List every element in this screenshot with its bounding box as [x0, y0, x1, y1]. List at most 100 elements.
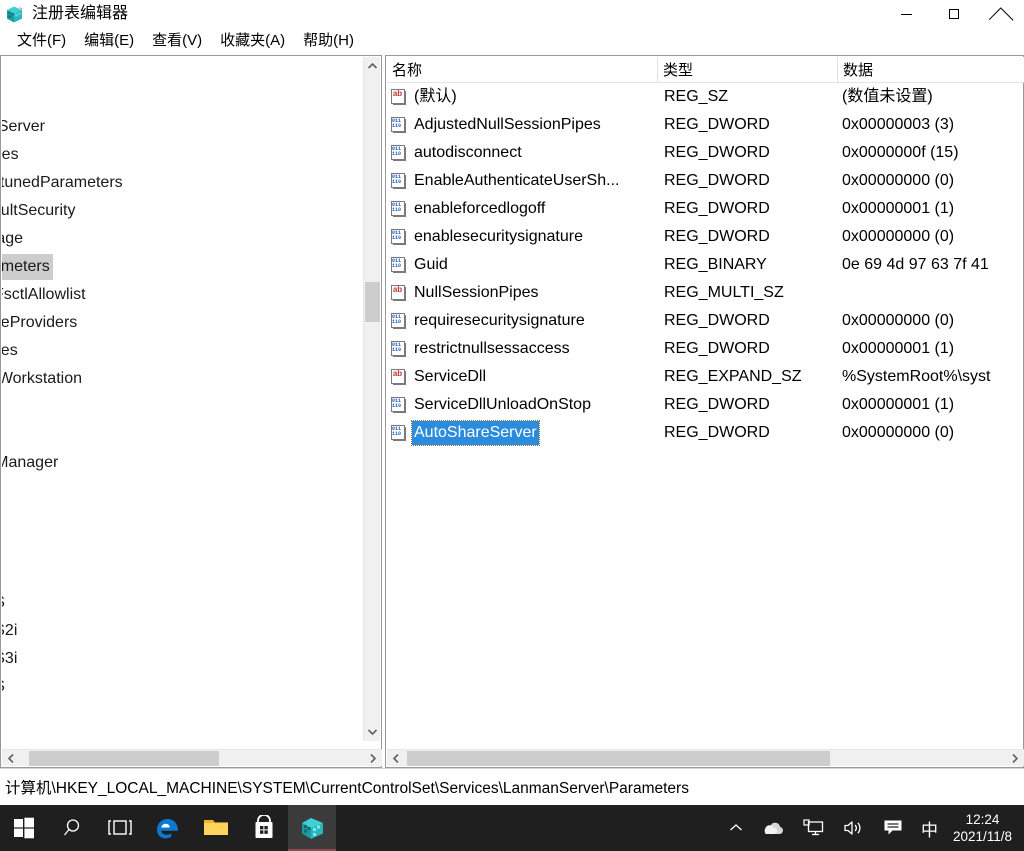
volume-icon[interactable]	[834, 805, 874, 851]
scroll-down-icon[interactable]	[364, 723, 381, 741]
column-header-data[interactable]: 数据	[837, 56, 1024, 83]
ime-indicator[interactable]: 中	[912, 805, 947, 851]
tree-node-linkage[interactable]: Linkage	[2, 225, 366, 253]
regedit-button[interactable]	[288, 805, 336, 851]
file-explorer-button[interactable]	[192, 805, 240, 851]
tree-node-lfsvc[interactable]: lfsvc	[2, 421, 366, 449]
value-data-cell: 0x00000000 (0)	[842, 223, 1024, 251]
value-row[interactable]: 011 110 AutoShareServer REG_DWORD 0x00000000…	[387, 419, 1024, 447]
tree-node-defaultsecurity[interactable]: DefaultSecurity	[2, 197, 366, 225]
tree-node-label: FsctlAllowlist	[2, 286, 86, 303]
value-row[interactable]: 011 110 EnableAuthenticateUserSh... REG_DWO…	[387, 167, 1024, 195]
tree-node-luafv[interactable]: luafv	[2, 729, 366, 741]
string-value-icon: ab	[391, 285, 407, 301]
tree-node-lsi-sas3i[interactable]: LSI_SAS3i	[2, 645, 366, 673]
tree-node-content: Linkage	[2, 226, 26, 252]
value-data: 0x00000001 (1)	[842, 340, 955, 357]
value-data: 0x0000000f (15)	[842, 144, 959, 161]
menu-file[interactable]: 文件(F)	[8, 29, 75, 53]
close-button[interactable]	[977, 0, 1024, 28]
scroll-left-icon[interactable]	[2, 750, 20, 767]
menu-help[interactable]: 帮助(H)	[294, 29, 363, 53]
edge-button[interactable]	[144, 805, 192, 851]
tree-horizontal-scrollbar[interactable]	[2, 749, 382, 766]
value-row[interactable]: 011 110 AdjustedNullSessionPipes REG_DWORD 0…	[387, 111, 1024, 139]
clock[interactable]: 12:24 2021/11/8	[947, 805, 1024, 851]
tree-hscroll-thumb[interactable]	[29, 751, 219, 766]
tree-node-aliases[interactable]: Aliases	[2, 141, 366, 169]
value-row[interactable]: 011 110 autodisconnect REG_DWORD 0x0000000f …	[387, 139, 1024, 167]
value-row[interactable]: ab ServiceDll REG_EXPAND_SZ %SystemRoot%\sy…	[387, 363, 1024, 391]
list-hscroll-thumb[interactable]	[407, 751, 830, 766]
tree-node-ksthunk[interactable]: ksthunk	[2, 57, 366, 85]
tree-node-ldap[interactable]: ldap	[2, 393, 366, 421]
network-icon[interactable]	[794, 805, 834, 851]
tree-node-lltdsvc[interactable]: lltdsvc	[2, 505, 366, 533]
tree-node-content: LSI_SSS	[2, 674, 8, 700]
value-name: restrictnullsessaccess	[414, 340, 570, 357]
value-name: enablesecuritysignature	[414, 228, 583, 245]
store-button[interactable]	[240, 805, 288, 851]
value-row[interactable]: 011 110 Guid REG_BINARY 0e 69 4d 97 63 7f 41	[387, 251, 1024, 279]
value-row[interactable]: 011 110 enableforcedlogoff REG_DWORD 0x00000…	[387, 195, 1024, 223]
tree-node-lsi-sas2i[interactable]: LSI_SAS2i	[2, 617, 366, 645]
start-button[interactable]	[0, 805, 48, 851]
scroll-up-icon[interactable]	[364, 57, 381, 75]
value-row[interactable]: 011 110 restrictnullsessaccess REG_DWORD 0x0…	[387, 335, 1024, 363]
column-header-type[interactable]: 类型	[657, 56, 837, 83]
value-row[interactable]: ab (默认) REG_SZ (数值未设置)	[387, 83, 1024, 111]
registry-tree[interactable]: ksthunkKtmRm LanmanServer Aliases Autotuned…	[2, 57, 366, 741]
search-button[interactable]	[48, 805, 96, 851]
tree-node-shareproviders[interactable]: ShareProviders	[2, 309, 366, 337]
value-name[interactable]: AutoShareServer	[411, 420, 540, 446]
value-data: (数值未设置)	[842, 88, 933, 105]
maximize-restore-button[interactable]	[930, 0, 977, 28]
value-name: AdjustedNullSessionPipes	[414, 116, 601, 133]
value-data-cell: 0x00000000 (0)	[842, 307, 1024, 335]
tree-node-shares[interactable]: Shares	[2, 337, 366, 365]
tree-node-ktmrm[interactable]: KtmRm	[2, 85, 366, 113]
tree-node-autotunedparameters[interactable]: AutotunedParameters	[2, 169, 366, 197]
title-bar: 注册表编辑器	[0, 0, 1024, 28]
onedrive-icon[interactable]	[752, 805, 794, 851]
value-row[interactable]: 011 110 enablesecuritysignature REG_DWORD 0x…	[387, 223, 1024, 251]
value-row[interactable]: 011 110 ServiceDllUnloadOnStop REG_DWORD 0x0…	[387, 391, 1024, 419]
value-row[interactable]: 011 110 requiresecuritysignature REG_DWORD 0…	[387, 307, 1024, 335]
tree-node-fsctlallowlist[interactable]: FsctlAllowlist	[2, 281, 366, 309]
list-horizontal-scrollbar[interactable]	[387, 749, 1024, 766]
column-header-name[interactable]: 名称	[387, 57, 657, 83]
show-hidden-icons-button[interactable]	[720, 805, 752, 851]
tree-node-content: FsctlAllowlist	[2, 282, 89, 308]
registry-values-list[interactable]: ab (默认) REG_SZ (数值未设置) 011 110 AdjustedNullSes…	[387, 83, 1024, 741]
tree-node-lltdio[interactable]: lltdio	[2, 477, 366, 505]
value-row[interactable]: ab NullSessionPipes REG_MULTI_SZ	[387, 279, 1024, 307]
tree-node-lsi-sas[interactable]: LSI_SAS	[2, 589, 366, 617]
action-center-button[interactable]	[874, 805, 912, 851]
tree-node-lmhosts[interactable]: lmhosts	[2, 533, 366, 561]
tree-node-lsi-sss[interactable]: LSI_SSS	[2, 673, 366, 701]
value-data-cell: 0x00000000 (0)	[842, 419, 1024, 447]
tree-node-label: LSI_SAS2i	[2, 622, 18, 639]
minimize-button[interactable]	[883, 0, 930, 28]
menu-view[interactable]: 查看(V)	[143, 29, 211, 53]
menu-favorites[interactable]: 收藏夹(A)	[211, 29, 294, 53]
registry-values-pane: 名称 类型 数据 ab (默认) REG_SZ (数值未设置) 011 110 Adjust…	[385, 55, 1024, 768]
tree-node-lanmanserver[interactable]: LanmanServer	[2, 113, 366, 141]
tree-scroll-thumb[interactable]	[365, 282, 380, 322]
tree-node-lsm[interactable]: LSM	[2, 701, 366, 729]
tree-node-licensemanager[interactable]: LicenseManager	[2, 449, 366, 477]
value-type: REG_MULTI_SZ	[664, 284, 784, 301]
list-scroll-left-icon[interactable]	[387, 750, 405, 767]
tree-node-lsa[interactable]: Lsa	[2, 561, 366, 589]
task-view-button[interactable]	[96, 805, 144, 851]
tree-node-lanmanworkstation[interactable]: LanmanWorkstation	[2, 365, 366, 393]
registry-cube-icon	[4, 4, 26, 26]
list-scroll-right-icon[interactable]	[1006, 750, 1024, 767]
registry-tree-pane: ksthunkKtmRm LanmanServer Aliases Autotuned…	[0, 55, 382, 768]
value-data-cell: 0x00000001 (1)	[842, 335, 1024, 363]
tree-node-parameters[interactable]: Parameters	[2, 253, 366, 281]
menu-edit[interactable]: 编辑(E)	[75, 29, 143, 53]
value-name: NullSessionPipes	[414, 284, 539, 301]
tree-vertical-scrollbar[interactable]	[363, 57, 380, 741]
scroll-right-icon[interactable]	[364, 750, 382, 767]
